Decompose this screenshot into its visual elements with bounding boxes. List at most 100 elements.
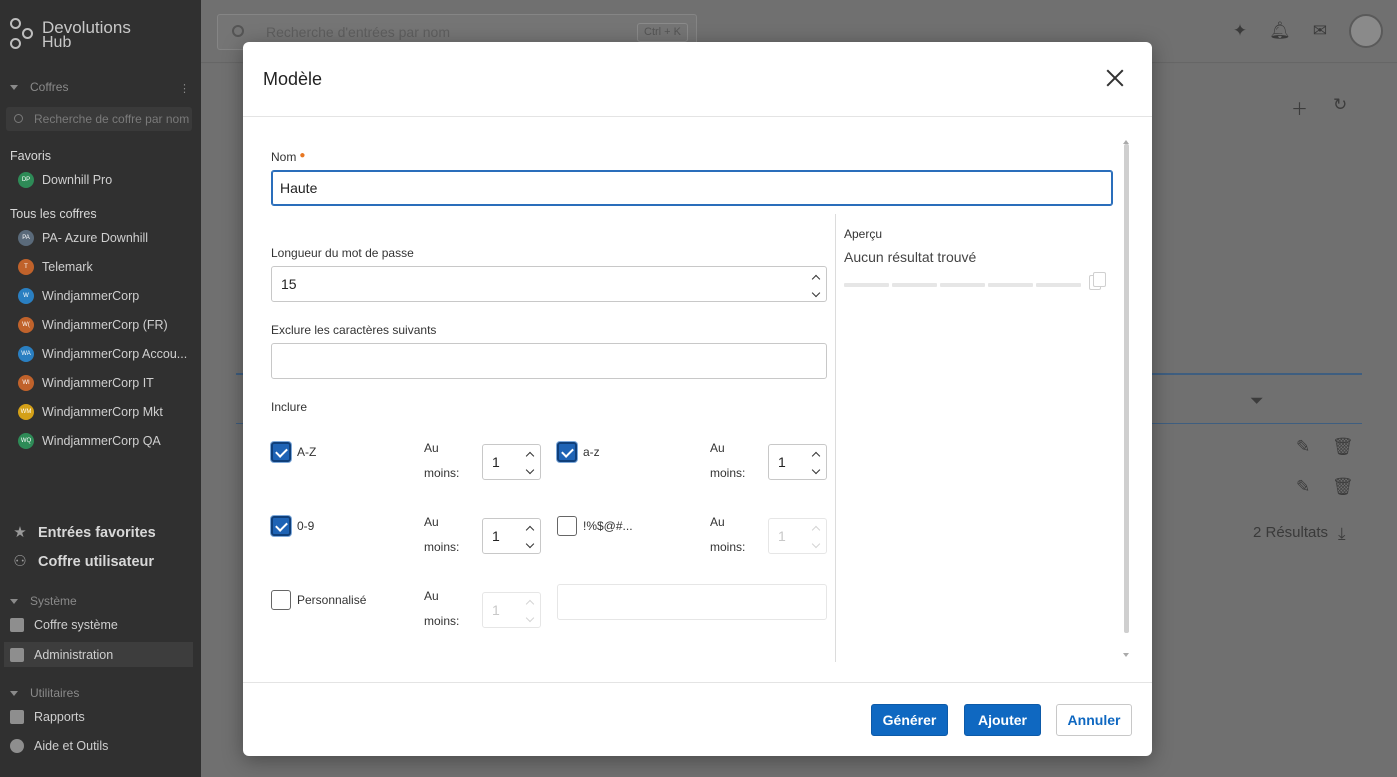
cancel-button[interactable]: Annuler — [1056, 704, 1132, 736]
at-least-label: Au moins: — [424, 441, 460, 480]
refresh-icon[interactable]: ↻ — [1333, 95, 1347, 115]
vaults-section-label: Coffres — [30, 80, 69, 94]
download-icon[interactable]: ⤓ — [1338, 524, 1346, 544]
sidebar-item-vault[interactable]: PA PA- Azure Downhill — [18, 230, 148, 246]
database-icon — [10, 618, 24, 632]
uppercase-checkbox[interactable] — [271, 442, 291, 462]
vault-label: WindjammerCorp IT — [42, 376, 154, 390]
chevron-up-icon[interactable] — [812, 450, 820, 458]
chevron-down-icon[interactable] — [526, 467, 534, 475]
custom-min-stepper: 1 — [482, 592, 541, 628]
sidebar-item-label: Rapports — [34, 710, 85, 724]
mail-icon[interactable]: ✉ — [1313, 21, 1327, 41]
avatar[interactable] — [1349, 14, 1383, 48]
sidebar-item-label: Administration — [34, 647, 114, 662]
sidebar-item-administration[interactable]: Administration — [4, 642, 193, 667]
include-label: Inclure — [271, 400, 308, 414]
digits-checkbox[interactable] — [271, 516, 291, 536]
chevron-down-icon — [812, 541, 820, 549]
sidebar-item-vault[interactable]: W( WindjammerCorp (FR) — [18, 317, 168, 333]
scrollbar[interactable] — [1124, 144, 1129, 633]
at-least-label: Au moins: — [710, 515, 746, 554]
sidebar-item-vault[interactable]: WA WindjammerCorp Accou... — [18, 346, 187, 362]
vault-avatar: W( — [18, 317, 34, 333]
chevron-down-icon[interactable] — [812, 290, 820, 298]
copy-icon[interactable] — [1089, 272, 1106, 290]
chevron-down-icon — [10, 598, 18, 604]
sidebar-item-system-vault[interactable]: Coffre système — [10, 618, 118, 632]
vault-label: WindjammerCorp Accou... — [42, 347, 188, 361]
logo-line1: Devolutions — [42, 18, 131, 37]
dialog-footer: Générer Ajouter Annuler — [243, 682, 1152, 756]
utilities-section-toggle[interactable]: Utilitaires — [10, 686, 79, 700]
vault-label: PA- Azure Downhill — [42, 231, 149, 245]
vault-search-input[interactable]: Recherche de coffre par nom — [6, 107, 192, 131]
bell-icon[interactable]: 🔔︎ — [1269, 21, 1291, 41]
delete-icon[interactable]: 🗑︎ — [1332, 477, 1354, 497]
app-logo[interactable]: Devolutions Hub — [8, 18, 131, 52]
column-divider — [835, 214, 836, 662]
sidebar-item-help-tools[interactable]: Aide et Outils — [10, 739, 108, 753]
filter-icon[interactable]: ⏷ — [1250, 391, 1264, 411]
sidebar-item-reports[interactable]: Rapports — [10, 710, 85, 724]
vault-avatar: DP — [18, 172, 34, 188]
sidebar-item-label: Entrées favorites — [38, 525, 156, 541]
add-icon[interactable]: ＋ — [1291, 95, 1308, 120]
celebration-icon[interactable]: ✦ — [1233, 21, 1247, 41]
stepper-value: 1 — [778, 528, 786, 544]
vault-label: Telemark — [42, 260, 93, 274]
reports-icon — [10, 710, 24, 724]
add-button[interactable]: Ajouter — [964, 704, 1041, 736]
sidebar-item-vault[interactable]: T Telemark — [18, 259, 93, 275]
user-vault-icon: ⚇ — [13, 553, 27, 570]
close-icon[interactable] — [1106, 69, 1124, 87]
sidebar-item-downhill-pro[interactable]: DP Downhill Pro — [18, 172, 112, 188]
vault-label: WindjammerCorp QA — [42, 434, 161, 448]
chevron-up-icon[interactable] — [526, 450, 534, 458]
chevron-up-icon[interactable] — [812, 273, 820, 281]
custom-checkbox[interactable] — [271, 590, 291, 610]
name-field[interactable] — [271, 170, 1113, 206]
system-section-toggle[interactable]: Système — [10, 594, 77, 608]
sidebar-item-user-vault[interactable]: ⚇ Coffre utilisateur — [12, 553, 154, 571]
delete-icon[interactable]: 🗑︎ — [1332, 437, 1354, 457]
chevron-up-icon[interactable] — [526, 524, 534, 532]
vaults-section-toggle[interactable]: Coffres ⋮ — [10, 80, 190, 95]
stepper-value: 1 — [492, 528, 500, 544]
preview-label: Aperçu — [844, 227, 883, 241]
uppercase-min-stepper[interactable]: 1 — [482, 444, 541, 480]
sidebar-item-vault[interactable]: WI WindjammerCorp IT — [18, 375, 154, 391]
more-vertical-icon[interactable]: ⋮ — [179, 82, 190, 95]
sidebar-item-vault[interactable]: WM WindjammerCorp Mkt — [18, 404, 163, 420]
sidebar-item-vault[interactable]: W WindjammerCorp — [18, 288, 139, 304]
length-stepper[interactable]: 15 — [271, 266, 827, 302]
edit-icon[interactable]: ✎ — [1296, 437, 1310, 457]
sidebar-item-favorite-entries[interactable]: ★ Entrées favorites — [12, 525, 156, 542]
system-section-label: Système — [30, 594, 77, 608]
sidebar-item-vault[interactable]: WQ WindjammerCorp QA — [18, 433, 161, 449]
symbols-checkbox[interactable] — [557, 516, 577, 536]
scroll-down-arrow[interactable] — [1123, 653, 1129, 657]
chevron-down-icon[interactable] — [812, 467, 820, 475]
stepper-value: 1 — [778, 454, 786, 470]
lowercase-min-stepper[interactable]: 1 — [768, 444, 827, 480]
exclude-chars-field[interactable] — [271, 343, 827, 379]
digits-min-stepper[interactable]: 1 — [482, 518, 541, 554]
at-least-label: Au moins: — [424, 589, 460, 628]
custom-label: Personnalisé — [297, 593, 367, 607]
generate-button[interactable]: Générer — [871, 704, 948, 736]
dialog-title: Modèle — [263, 69, 323, 89]
name-label-text: Nom — [271, 150, 297, 164]
vault-avatar: PA — [18, 230, 34, 246]
stepper-value: 1 — [492, 602, 500, 618]
vault-search-placeholder: Recherche de coffre par nom — [34, 112, 190, 126]
sidebar-item-label: Aide et Outils — [34, 739, 109, 753]
vault-avatar: WM — [18, 404, 34, 420]
edit-icon[interactable]: ✎ — [1296, 477, 1310, 497]
search-icon — [14, 114, 23, 123]
vault-avatar: W — [18, 288, 34, 304]
dialog-body: Nom● Longueur du mot de passe 15 Exclure… — [243, 118, 1152, 681]
lowercase-checkbox[interactable] — [557, 442, 577, 462]
chevron-down-icon[interactable] — [526, 541, 534, 549]
at-least-label: Au moins: — [424, 515, 460, 554]
